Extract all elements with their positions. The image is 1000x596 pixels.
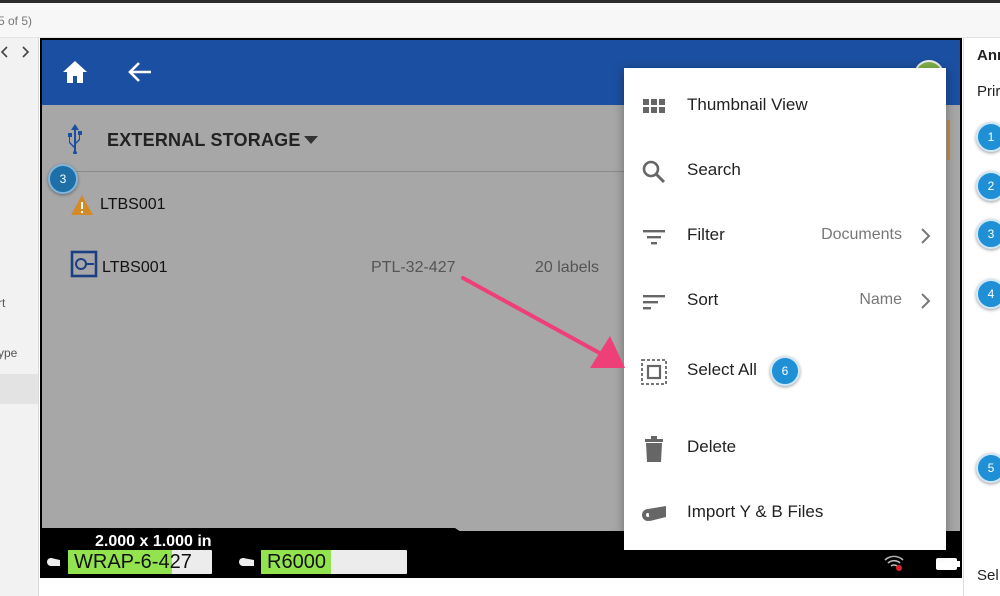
label-part-name: WRAP-6-427 [74, 551, 192, 573]
storage-location-label[interactable]: EXTERNAL STORAGE [107, 130, 301, 151]
label-file-icon [70, 250, 98, 278]
menu-item-import-files[interactable]: Import Y & B Files [624, 483, 946, 543]
search-icon [640, 158, 668, 186]
chevron-left-icon[interactable] [0, 45, 12, 59]
section-heading: Anı [977, 47, 1000, 64]
hidden-field-edge [947, 120, 950, 160]
grid-icon [640, 93, 668, 121]
callout-badge: 6 [770, 356, 800, 386]
sort-icon [640, 288, 668, 316]
menu-item-delete[interactable]: Delete [624, 418, 946, 478]
ribbon-part-name: R6000 [267, 551, 326, 573]
callout-badge: 2 [976, 171, 1000, 201]
menu-item-label: Filter [687, 225, 725, 244]
filter-icon [640, 223, 668, 251]
ribbon-roll-icon [238, 555, 256, 573]
wifi-icon [884, 555, 904, 576]
chevron-right-icon [920, 291, 932, 311]
section-subheading: Prir [977, 83, 1000, 100]
select-all-icon [640, 358, 668, 386]
callout-badge: 3 [976, 219, 1000, 249]
usb-icon [64, 124, 86, 154]
back-arrow-icon[interactable] [127, 60, 153, 84]
callout-badge: 1 [976, 122, 1000, 152]
file-name: LTBS001 [100, 196, 166, 213]
chevron-right-icon[interactable] [18, 45, 32, 59]
file-name: LTBS001 [102, 259, 168, 276]
dropdown-arrow-icon[interactable] [304, 136, 318, 144]
sort-value: Name [859, 291, 902, 308]
warning-icon [70, 194, 94, 216]
menu-item-search[interactable]: Search [624, 141, 946, 201]
chevron-right-icon [920, 226, 932, 246]
menu-item-thumbnail-view[interactable]: Thumbnail View [624, 76, 946, 136]
home-icon[interactable] [62, 60, 88, 84]
label-part-chip: WRAP-6-427 [68, 550, 212, 574]
menu-item-label: Thumbnail View [687, 95, 808, 114]
left-sidebar: rt ype [0, 38, 39, 596]
list-divider [54, 171, 634, 172]
label-dimensions: 2.000 x 1.000 in [95, 533, 212, 550]
menu-item-label: Select All [687, 360, 757, 379]
right-documentation-panel: Anı Prir 1 2 3 4 5 Sel [963, 38, 1000, 596]
overflow-menu: Thumbnail View Search Filter Documents S… [624, 68, 946, 550]
menu-item-label: Search [687, 160, 741, 179]
section-footer-text: Sel [977, 567, 999, 584]
callout-badge: 3 [48, 164, 78, 194]
menu-item-label: Delete [687, 437, 737, 456]
battery-icon [936, 557, 960, 576]
trash-icon [640, 435, 668, 463]
callout-badge: 5 [976, 453, 1000, 483]
menu-item-label: Sort [687, 290, 719, 309]
page-indicator: 5 of 5) [0, 14, 33, 28]
document-page-bar: 5 of 5) [0, 3, 1000, 38]
menu-item-label: Import Y & B Files [687, 502, 824, 521]
sidebar-item-selected[interactable] [0, 374, 38, 404]
tape-roll-icon [640, 500, 668, 528]
part-number: PTL-32-427 [371, 259, 456, 276]
ribbon-part-chip: R6000 [261, 550, 407, 574]
sidebar-item-label[interactable]: rt [0, 296, 5, 310]
menu-item-filter[interactable]: Filter Documents [624, 206, 946, 266]
filter-value: Documents [821, 226, 902, 243]
label-roll-icon [46, 555, 62, 573]
callout-badge: 4 [976, 279, 1000, 309]
annotation-arrow [461, 276, 625, 368]
menu-item-sort[interactable]: Sort Name [624, 271, 946, 331]
sidebar-item-label[interactable]: ype [0, 346, 17, 360]
